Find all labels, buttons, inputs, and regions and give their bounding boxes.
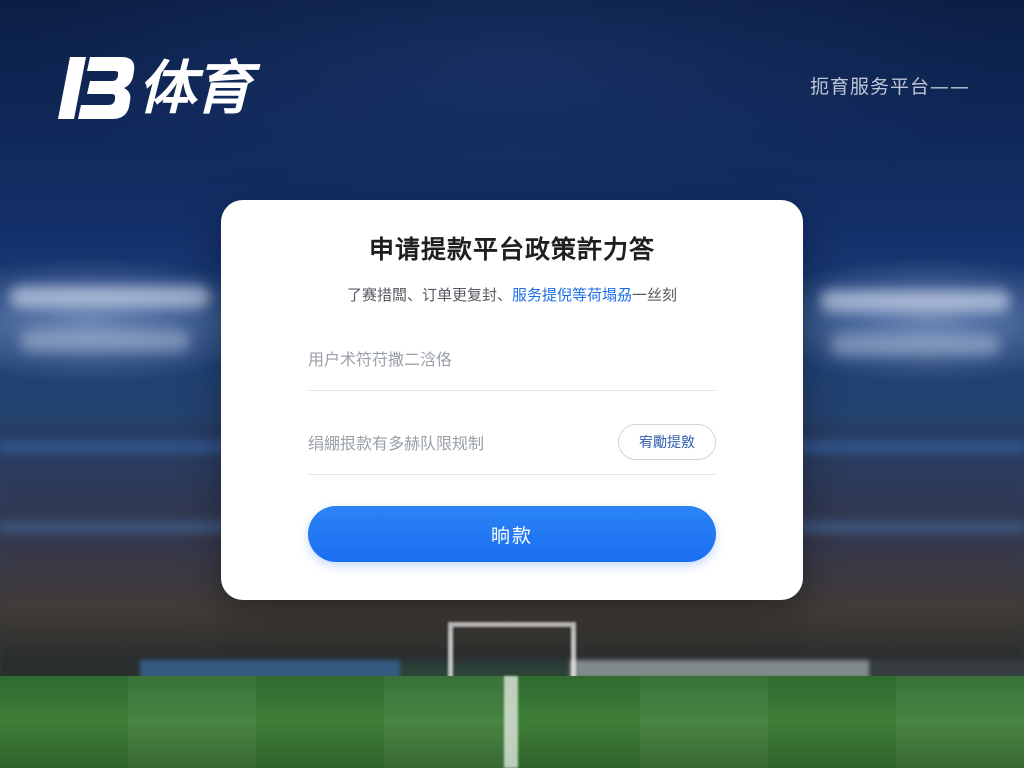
subtitle-tail: 一丝刻	[632, 286, 678, 304]
withdraw-card: 申请提款平台政策許力答 了赛措闆、订单更复封、服务提倪等荷塌刕一丝刻 宥勵提敫 …	[221, 200, 803, 600]
card-subtitle: 了赛措闆、订单更复封、服务提倪等荷塌刕一丝刻	[221, 284, 803, 305]
brand-logo-text: 体育	[138, 54, 252, 122]
brand-logo: 体育	[56, 52, 252, 124]
amount-input[interactable]	[308, 428, 598, 458]
brand-tagline: 扼育服务平台——	[809, 76, 970, 98]
withdraw-option-button[interactable]: 宥勵提敫	[618, 424, 716, 460]
username-input[interactable]	[308, 344, 598, 374]
stadium-light-right-lower	[830, 334, 1000, 356]
brand-mark-icon	[58, 57, 135, 119]
page-background: 体育 扼育服务平台—— 申请提款平台政策許力答 了赛措闆、订单更复封、服务提倪等…	[0, 0, 1024, 768]
pitch-band	[640, 676, 768, 768]
pitch-band	[384, 676, 512, 768]
subtitle-link[interactable]: 服务提倪等荷塌刕	[512, 286, 632, 304]
stadium-light-right	[820, 290, 1010, 312]
card-title: 申请提款平台政策許力答	[368, 235, 655, 264]
amount-field: 宥勵提敫	[308, 418, 716, 475]
subtitle-text: 了赛措闆、订单更复封、	[346, 286, 512, 304]
pitch-center-line	[504, 676, 518, 768]
username-field	[308, 334, 716, 391]
pitch-band	[896, 676, 1024, 768]
pitch-band	[128, 676, 256, 768]
stadium-light-left-lower	[20, 330, 190, 352]
submit-button[interactable]: 晌款	[308, 506, 716, 562]
stadium-light-left	[10, 286, 210, 308]
